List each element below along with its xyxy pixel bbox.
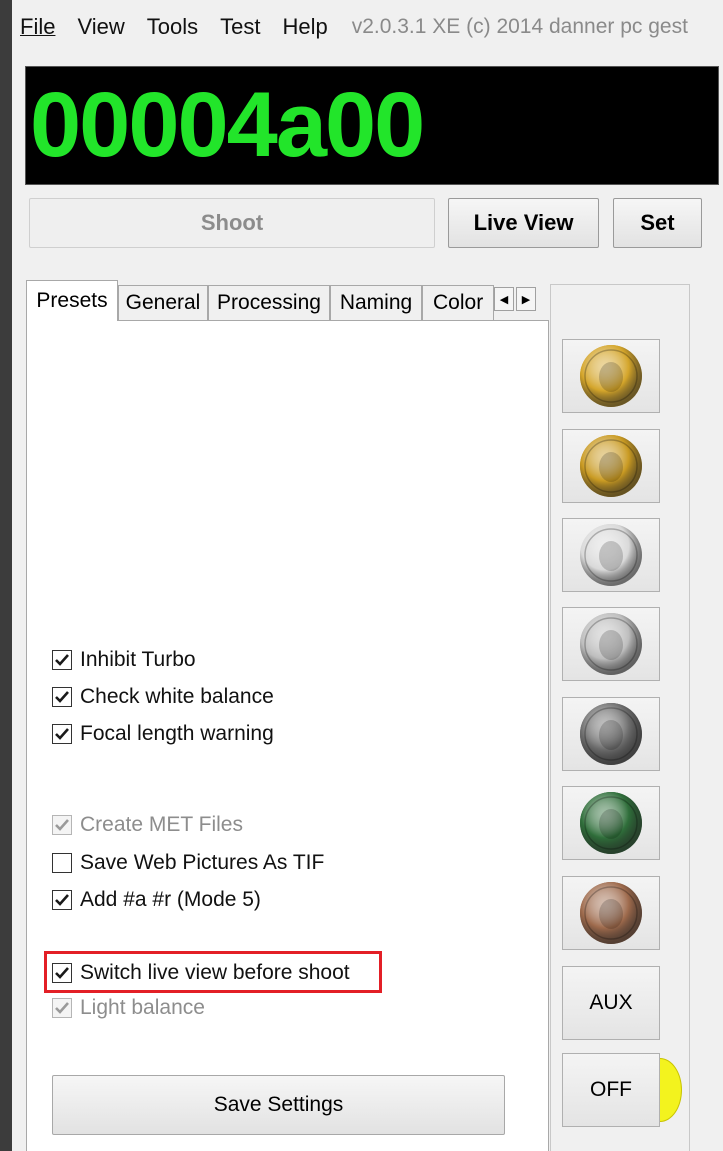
checkmark-icon — [55, 654, 69, 666]
set-button[interactable]: Set — [613, 198, 702, 248]
green-coin-portrait-icon — [579, 791, 643, 855]
menu-view[interactable]: View — [77, 14, 124, 40]
highlight-box — [44, 951, 382, 993]
checkbox[interactable] — [52, 687, 72, 707]
status-indicator — [660, 1058, 682, 1122]
shoot-button[interactable]: Shoot — [29, 198, 435, 248]
preset-button-7[interactable] — [562, 876, 660, 950]
save-settings-button[interactable]: Save Settings — [52, 1075, 505, 1135]
option-inhibit-turbo[interactable]: Inhibit Turbo — [52, 648, 196, 672]
silver-coin-eagle-icon — [579, 523, 643, 587]
checkmark-icon — [55, 728, 69, 740]
preset-button-2[interactable] — [562, 429, 660, 503]
tab-processing[interactable]: Processing — [208, 285, 330, 320]
gold-coin-figure-icon — [579, 434, 643, 498]
version-label: v2.0.3.1 XE (c) 2014 danner pc gest — [351, 15, 688, 38]
option-label: Focal length warning — [80, 722, 274, 745]
dark-coin-portrait-icon — [579, 702, 643, 766]
preset-button-6[interactable] — [562, 786, 660, 860]
tab-presets[interactable]: Presets — [26, 280, 118, 321]
option-add-a-r-mode-5[interactable]: Add #a #r (Mode 5) — [52, 888, 261, 912]
off-button[interactable]: OFF — [562, 1053, 660, 1127]
checkmark-icon — [55, 1002, 69, 1014]
option-label: Create MET Files — [80, 813, 243, 836]
checkbox[interactable] — [52, 890, 72, 910]
checkbox — [52, 998, 72, 1018]
tab-color[interactable]: Color — [422, 285, 494, 320]
option-label: Check white balance — [80, 685, 274, 708]
checkmark-icon — [55, 691, 69, 703]
preset-button-1[interactable] — [562, 339, 660, 413]
app-window: File View Tools Test Help v2.0.3.1 XE (c… — [12, 0, 723, 1151]
menu-bar: File View Tools Test Help v2.0.3.1 XE (c… — [12, 0, 723, 54]
checkbox[interactable] — [52, 650, 72, 670]
checkbox — [52, 815, 72, 835]
silver-coin-portrait-icon — [579, 612, 643, 676]
tab-naming[interactable]: Naming — [330, 285, 422, 320]
option-focal-length-warning[interactable]: Focal length warning — [52, 722, 274, 746]
tab-general[interactable]: General — [118, 285, 208, 320]
tab-scroll-right-icon[interactable]: ▶ — [516, 287, 536, 311]
gold-coin-gate-icon — [579, 344, 643, 408]
checkbox[interactable] — [52, 724, 72, 744]
menu-help[interactable]: Help — [282, 14, 327, 40]
preset-button-4[interactable] — [562, 607, 660, 681]
tab-scroll-left-icon[interactable]: ◀ — [494, 287, 514, 311]
option-create-met-files: Create MET Files — [52, 813, 243, 837]
copper-coin-crest-icon — [579, 881, 643, 945]
counter-value: 00004a00 — [30, 74, 425, 176]
checkmark-icon — [55, 819, 69, 831]
option-label: Light balance — [80, 996, 205, 1019]
option-save-web-pictures-as-tif[interactable]: Save Web Pictures As TIF — [52, 851, 324, 875]
option-label: Save Web Pictures As TIF — [80, 851, 325, 874]
option-label: Add #a #r (Mode 5) — [80, 888, 261, 911]
menu-file[interactable]: File — [20, 14, 55, 40]
live-view-button[interactable]: Live View — [448, 198, 599, 248]
checkmark-icon — [55, 894, 69, 906]
aux-button[interactable]: AUX — [562, 966, 660, 1040]
preset-button-5[interactable] — [562, 697, 660, 771]
menu-test[interactable]: Test — [220, 14, 260, 40]
preset-button-3[interactable] — [562, 518, 660, 592]
counter-display: 00004a00 — [25, 66, 719, 185]
option-check-white-balance[interactable]: Check white balance — [52, 685, 274, 709]
menu-tools[interactable]: Tools — [147, 14, 198, 40]
option-label: Inhibit Turbo — [80, 648, 196, 671]
option-light-balance: Light balance — [52, 996, 205, 1020]
checkbox[interactable] — [52, 853, 72, 873]
